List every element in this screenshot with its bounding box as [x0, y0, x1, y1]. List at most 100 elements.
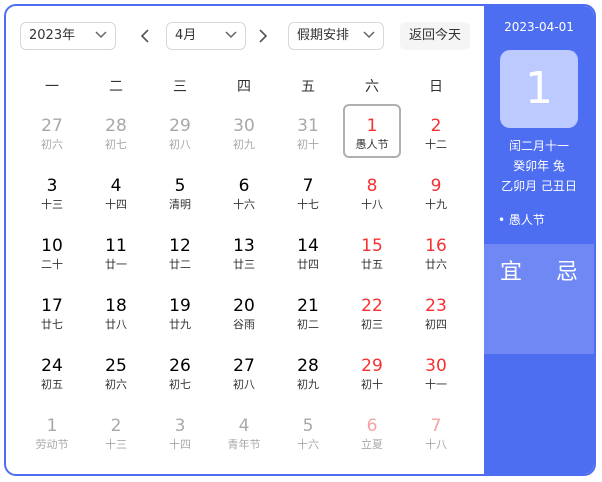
festival-label: • 愚人节 [498, 213, 545, 227]
date-cell[interactable]: 29 初十 [340, 344, 404, 404]
calendar-main: 2023年 4月 假期安排 返回今天 一 二 三 四 五 六 日 27 初六 2… [6, 6, 484, 474]
date-cell[interactable]: 5 清明 [148, 164, 212, 224]
date-number: 15 [361, 236, 383, 256]
date-number: 26 [169, 356, 191, 376]
chevron-down-icon [225, 31, 237, 39]
date-cell[interactable]: 10 二十 [20, 224, 84, 284]
date-cell[interactable]: 6 立夏 [340, 404, 404, 464]
date-cell[interactable]: 19 廿九 [148, 284, 212, 344]
date-cell[interactable]: 29 初八 [148, 104, 212, 164]
lunar-label: 十九 [425, 198, 447, 211]
prev-month-icon[interactable] [138, 28, 152, 44]
lunar-label: 初六 [105, 378, 127, 391]
date-cell[interactable]: 9 十九 [404, 164, 468, 224]
date-cell[interactable]: 14 廿四 [276, 224, 340, 284]
date-cell[interactable]: 4 十四 [84, 164, 148, 224]
date-cell[interactable]: 25 初六 [84, 344, 148, 404]
date-cell[interactable]: 1 愚人节 [343, 104, 401, 158]
date-cell[interactable]: 4 青年节 [212, 404, 276, 464]
date-cell[interactable]: 21 初二 [276, 284, 340, 344]
date-cell[interactable]: 3 十四 [148, 404, 212, 464]
selected-date: 2023-04-01 [504, 20, 574, 34]
date-cell[interactable]: 12 廿二 [148, 224, 212, 284]
date-number: 28 [297, 356, 319, 376]
date-cell[interactable]: 22 初三 [340, 284, 404, 344]
month-select[interactable]: 4月 [166, 22, 246, 50]
date-cell[interactable]: 23 初四 [404, 284, 468, 344]
year-ganzhi: 癸卯年 兔 [513, 159, 565, 173]
year-select[interactable]: 2023年 [20, 22, 116, 50]
date-cell[interactable]: 26 初七 [148, 344, 212, 404]
yi-label: 宜 [500, 260, 523, 285]
lunar-label: 十四 [105, 198, 127, 211]
date-cell[interactable]: 27 初六 [20, 104, 84, 164]
holiday-select[interactable]: 假期安排 [288, 22, 384, 50]
date-cell[interactable]: 20 谷雨 [212, 284, 276, 344]
date-cell[interactable]: 16 廿六 [404, 224, 468, 284]
lunar-label: 廿六 [425, 258, 447, 271]
date-cell[interactable]: 13 廿三 [212, 224, 276, 284]
selected-day-number: 1 [500, 50, 578, 128]
date-number: 4 [110, 176, 122, 196]
date-number: 27 [41, 116, 63, 136]
date-cell[interactable]: 11 廿一 [84, 224, 148, 284]
date-cell[interactable]: 30 初九 [212, 104, 276, 164]
lunar-label: 十四 [169, 438, 191, 451]
date-cell[interactable]: 27 初八 [212, 344, 276, 404]
date-cell[interactable]: 2 十三 [84, 404, 148, 464]
weekday-label: 六 [365, 79, 379, 95]
date-number: 12 [169, 236, 191, 256]
back-to-today-button[interactable]: 返回今天 [400, 22, 470, 50]
date-cell[interactable]: 6 十六 [212, 164, 276, 224]
date-cell[interactable]: 18 廿八 [84, 284, 148, 344]
date-number: 1 [366, 116, 378, 136]
weekday-label: 四 [237, 79, 251, 95]
date-cell[interactable]: 8 十八 [340, 164, 404, 224]
next-month-icon[interactable] [256, 28, 270, 44]
date-number: 30 [425, 356, 447, 376]
date-number: 11 [105, 236, 127, 256]
weekday-label: 二 [109, 79, 123, 95]
lunar-label: 十七 [297, 198, 319, 211]
date-cell[interactable]: 1 劳动节 [20, 404, 84, 464]
lunar-date: 闰二月十一 [508, 139, 569, 153]
lunar-label: 初二 [297, 318, 319, 331]
lunar-label: 初十 [361, 378, 383, 391]
lunar-label: 初八 [169, 138, 191, 151]
date-number: 5 [174, 176, 186, 196]
date-cell[interactable]: 28 初七 [84, 104, 148, 164]
date-cell[interactable]: 24 初五 [20, 344, 84, 404]
date-number: 25 [105, 356, 127, 376]
date-cell[interactable]: 30 十一 [404, 344, 468, 404]
lunar-label: 廿五 [361, 258, 383, 271]
chevron-down-icon [363, 31, 375, 39]
lunar-label: 初八 [233, 378, 255, 391]
date-number: 13 [233, 236, 255, 256]
date-number: 24 [41, 356, 63, 376]
date-cell[interactable]: 5 十六 [276, 404, 340, 464]
date-number: 22 [361, 296, 383, 316]
date-number: 5 [302, 416, 314, 436]
lunar-label: 初七 [169, 378, 191, 391]
lunar-label: 十六 [297, 438, 319, 451]
year-select-value: 2023年 [29, 28, 76, 43]
date-cell[interactable]: 7 十八 [404, 404, 468, 464]
date-number: 30 [233, 116, 255, 136]
date-cell[interactable]: 17 廿七 [20, 284, 84, 344]
weekday-label: 三 [173, 79, 187, 95]
lunar-label: 初五 [41, 378, 63, 391]
date-number: 8 [366, 176, 378, 196]
lunar-label: 十三 [105, 438, 127, 451]
date-cell[interactable]: 28 初九 [276, 344, 340, 404]
date-cell[interactable]: 3 十三 [20, 164, 84, 224]
lunar-label: 十八 [361, 198, 383, 211]
date-number: 20 [233, 296, 255, 316]
date-cell[interactable]: 7 十七 [276, 164, 340, 224]
date-number: 18 [105, 296, 127, 316]
date-number: 6 [238, 176, 250, 196]
date-cell[interactable]: 15 廿五 [340, 224, 404, 284]
yi-ji-panel: 宜 忌 [484, 244, 594, 354]
date-number: 29 [361, 356, 383, 376]
date-cell[interactable]: 31 初十 [276, 104, 340, 164]
date-cell[interactable]: 2 十二 [404, 104, 468, 164]
